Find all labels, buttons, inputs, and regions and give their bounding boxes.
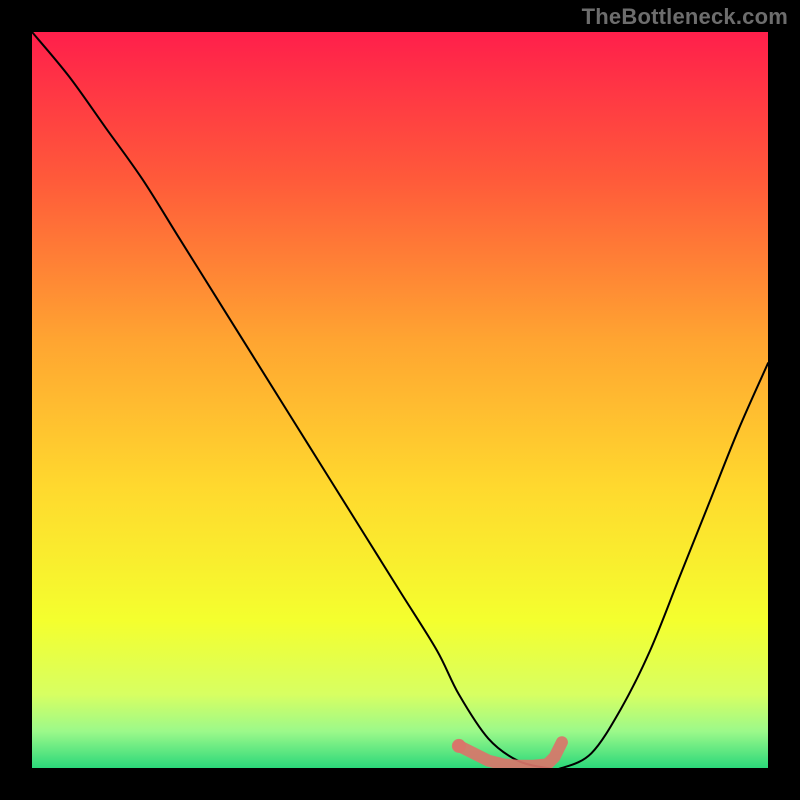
- chart-frame: TheBottleneck.com: [0, 0, 800, 800]
- plot-area: [32, 32, 768, 768]
- watermark-label: TheBottleneck.com: [582, 4, 788, 30]
- chart-svg: [32, 32, 768, 768]
- gradient-background: [32, 32, 768, 768]
